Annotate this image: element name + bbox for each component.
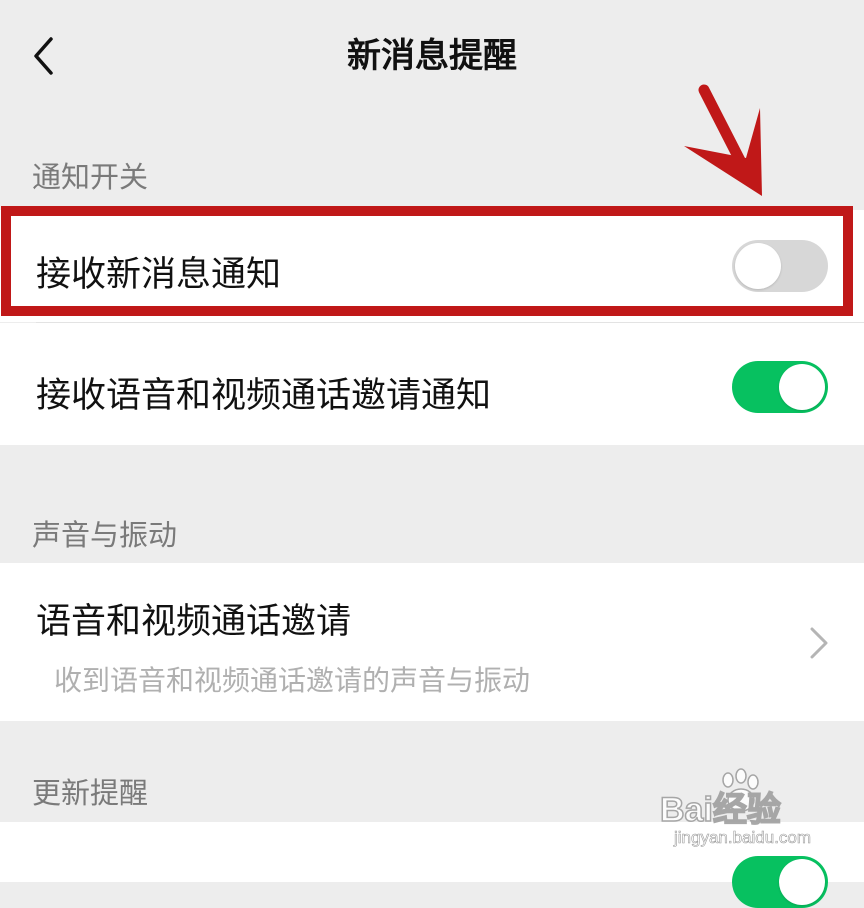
setting-label: 接收语音和视频通话邀请通知	[36, 376, 492, 416]
setting-row-call-invite-sound[interactable]: 语音和视频通话邀请 收到语音和视频通话邀请的声音与振动	[0, 563, 864, 721]
new-message-notify-toggle[interactable]	[732, 240, 828, 292]
setting-row-call-invite-notify[interactable]: 接收语音和视频通话邀请通知	[0, 323, 864, 445]
setting-row-update-reminder[interactable]	[0, 822, 864, 908]
paw-logo-icon	[722, 768, 759, 812]
setting-row-new-message-notify[interactable]: 接收新消息通知	[0, 210, 864, 322]
section-header-sound-vibration: 声音与振动	[32, 518, 178, 552]
section-header-update-reminder: 更新提醒	[32, 776, 149, 810]
chevron-right-icon	[810, 627, 828, 659]
nav-bar: 新消息提醒	[0, 0, 864, 108]
call-invite-notify-toggle[interactable]	[732, 361, 828, 413]
page-title: 新消息提醒	[347, 36, 517, 76]
setting-label: 语音和视频通话邀请	[36, 602, 352, 642]
toggle-knob	[779, 859, 825, 905]
setting-subtitle: 收到语音和视频通话邀请的声音与振动	[54, 664, 531, 697]
toggle-knob	[735, 243, 781, 289]
setting-label: 接收新消息通知	[36, 255, 282, 295]
section-header-notification-switch: 通知开关	[32, 160, 149, 194]
toggle-knob	[779, 364, 825, 410]
